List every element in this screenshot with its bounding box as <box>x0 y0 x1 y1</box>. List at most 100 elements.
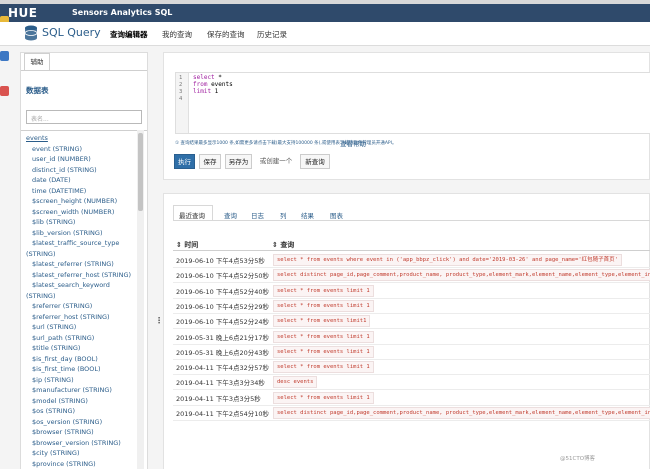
column-item[interactable]: $screen_height (NUMBER) <box>26 196 140 207</box>
history-row[interactable]: 2019-04-11 下午2点54分10秒 select distinct pag… <box>173 407 650 419</box>
history-row[interactable]: 2019-06-10 下午4点52分40秒 select * from event… <box>173 284 650 297</box>
history-row[interactable]: 2019-06-10 下午4点52分29秒 select * from event… <box>173 299 650 312</box>
column-item[interactable]: user_id (NUMBER) <box>26 154 140 165</box>
column-item[interactable]: $ip (STRING) <box>26 375 140 386</box>
history-sql[interactable]: select * from events limit 1 <box>273 299 374 312</box>
help-link[interactable]: 查看帮助 <box>340 138 366 148</box>
sql-query-title: SQL Query <box>42 26 101 39</box>
history-sql[interactable]: select * from events limit 1 <box>273 345 374 358</box>
tab-saved-queries[interactable]: 保存的查询 <box>207 29 245 40</box>
column-item[interactable]: $city (STRING) <box>26 448 140 459</box>
history-time: 2019-06-10 下午4点52分40秒 <box>176 287 270 296</box>
history-row[interactable]: 2019-06-10 下午4点52分24秒 select * from event… <box>173 315 650 328</box>
column-item[interactable]: $browser (STRING) <box>26 427 140 438</box>
column-item[interactable]: (STRING) <box>26 249 140 260</box>
column-item[interactable]: $os_version (STRING) <box>26 417 140 428</box>
line-number: 2 <box>179 82 183 88</box>
save-as-button[interactable]: 另存为 <box>225 154 252 169</box>
history-sql[interactable]: select distinct page_id,page_comment,pro… <box>273 269 650 282</box>
row-divider <box>173 389 650 391</box>
tab-results[interactable]: 结果 <box>301 210 314 220</box>
history-row[interactable]: 2019-04-11 下午4点32分57秒 select * from event… <box>173 361 650 374</box>
watermark: @51CTO博客 <box>560 456 596 462</box>
tab-query-editor[interactable]: 查询编辑器 <box>110 29 148 40</box>
column-item[interactable]: $lib_version (STRING) <box>26 228 140 239</box>
column-item[interactable]: (STRING) <box>26 291 140 302</box>
new-query-button[interactable]: 新查询 <box>300 154 330 169</box>
column-item[interactable]: $latest_referrer (STRING) <box>26 259 140 270</box>
column-item[interactable]: $referrer (STRING) <box>26 301 140 312</box>
history-sql[interactable]: select distinct page_id,page_comment,pro… <box>273 407 650 419</box>
history-row[interactable]: 2019-06-10 下午4点53分5秒 select * from events… <box>173 254 650 266</box>
code-line: limit 1 <box>193 88 218 95</box>
execute-button[interactable]: 执行 <box>174 154 195 169</box>
history-time: 2019-05-31 晚上6点21分17秒 <box>176 333 270 342</box>
column-item[interactable]: $latest_search_keyword <box>26 280 140 291</box>
column-item[interactable]: time (DATETIME) <box>26 186 140 197</box>
column-item[interactable]: $model (STRING) <box>26 396 140 407</box>
query-column-header[interactable]: ⇕ 查询 <box>272 240 294 250</box>
column-item[interactable]: $province (STRING) <box>26 459 140 469</box>
column-item[interactable]: $title (STRING) <box>26 343 140 354</box>
column-item[interactable]: date (DATE) <box>26 175 140 186</box>
column-item[interactable]: $lib (STRING) <box>26 217 140 228</box>
hue-logo[interactable]: HUE <box>8 6 37 20</box>
history-row[interactable]: 2019-04-11 下午3点3分5秒 select * from events … <box>173 391 650 404</box>
table-search-input[interactable]: 表名... <box>26 110 142 124</box>
tab-my-queries[interactable]: 我的查询 <box>162 29 192 40</box>
scrollbar-thumb[interactable] <box>138 133 143 211</box>
history-sql[interactable]: select * from events limit 1 <box>273 361 374 374</box>
tab-charts[interactable]: 图表 <box>330 210 343 220</box>
editor-card: 1 2 3 4 select * from events limit 1 ① 查… <box>163 52 650 180</box>
tab-query[interactable]: 查询 <box>224 210 237 220</box>
history-row[interactable]: 2019-06-10 下午4点52分50秒 select distinct pag… <box>173 269 650 282</box>
column-item[interactable]: $referrer_host (STRING) <box>26 312 140 323</box>
table-item[interactable]: events <box>26 133 140 144</box>
column-item[interactable]: $manufacturer (STRING) <box>26 385 140 396</box>
table-tree: events event (STRING) user_id (NUMBER) dist… <box>26 133 140 469</box>
column-item[interactable]: $screen_width (NUMBER) <box>26 207 140 218</box>
sql-text: 1 <box>211 88 219 95</box>
history-row[interactable]: 2019-05-31 晚上6点20分43秒 select * from event… <box>173 345 650 358</box>
save-button[interactable]: 保存 <box>199 154 221 169</box>
column-item[interactable]: $os (STRING) <box>26 406 140 417</box>
history-time: 2019-06-10 下午4点52分50秒 <box>176 272 270 281</box>
tab-history[interactable]: 历史记录 <box>257 29 287 40</box>
history-sql[interactable]: desc events <box>273 376 318 389</box>
history-row[interactable]: 2019-04-11 下午3点3分34秒 desc events <box>173 376 650 389</box>
column-item[interactable]: event (STRING) <box>26 144 140 155</box>
history-sql[interactable]: select * from events limit 1 <box>273 391 374 404</box>
code-line: from events <box>193 81 233 88</box>
time-column-header[interactable]: ⇕ 时间 <box>176 240 198 250</box>
sql-editor[interactable]: 1 2 3 4 select * from events limit 1 <box>175 72 650 134</box>
sql-keyword: from <box>193 81 208 88</box>
row-divider <box>173 282 650 284</box>
history-time: 2019-06-10 下午4点53分5秒 <box>176 257 265 265</box>
column-item[interactable]: $latest_referrer_host (STRING) <box>26 270 140 281</box>
column-item[interactable]: $url (STRING) <box>26 322 140 333</box>
history-row[interactable]: 2019-05-31 晚上6点21分17秒 select * from event… <box>173 330 650 343</box>
database-icon <box>24 25 38 41</box>
column-item[interactable]: $latest_traffic_source_type <box>26 238 140 249</box>
history-sql[interactable]: select * from events limit 1 <box>273 284 374 297</box>
line-number: 4 <box>179 96 183 102</box>
code-line: select * <box>193 74 222 81</box>
history-sql[interactable]: select * from events limit1 <box>273 315 371 328</box>
app-shortcut-icon[interactable] <box>0 86 9 96</box>
tab-columns[interactable]: 列 <box>280 210 287 220</box>
column-item[interactable]: $url_path (STRING) <box>26 333 140 344</box>
tab-log[interactable]: 日志 <box>251 210 264 220</box>
assist-tab[interactable]: 辅助 <box>24 53 50 71</box>
row-divider <box>173 374 650 376</box>
tab-recent-queries[interactable]: 最近查询 <box>179 210 205 220</box>
app-shortcut-icon[interactable] <box>0 51 9 61</box>
assist-panel: 辅助 数据表 表名... events event (STRING) user_id… <box>20 52 148 469</box>
column-item[interactable]: $is_first_day (BOOL) <box>26 354 140 365</box>
column-item[interactable]: distinct_id (STRING) <box>26 165 140 176</box>
column-item[interactable]: $is_first_time (BOOL) <box>26 364 140 375</box>
panel-resize-handle[interactable]: ⋮ <box>155 316 163 325</box>
column-item[interactable]: $browser_version (STRING) <box>26 438 140 449</box>
history-sql[interactable]: select * from events limit 1 <box>273 330 374 343</box>
history-sql[interactable]: select * from events where event in ('ap… <box>273 254 622 266</box>
divider <box>173 220 650 221</box>
